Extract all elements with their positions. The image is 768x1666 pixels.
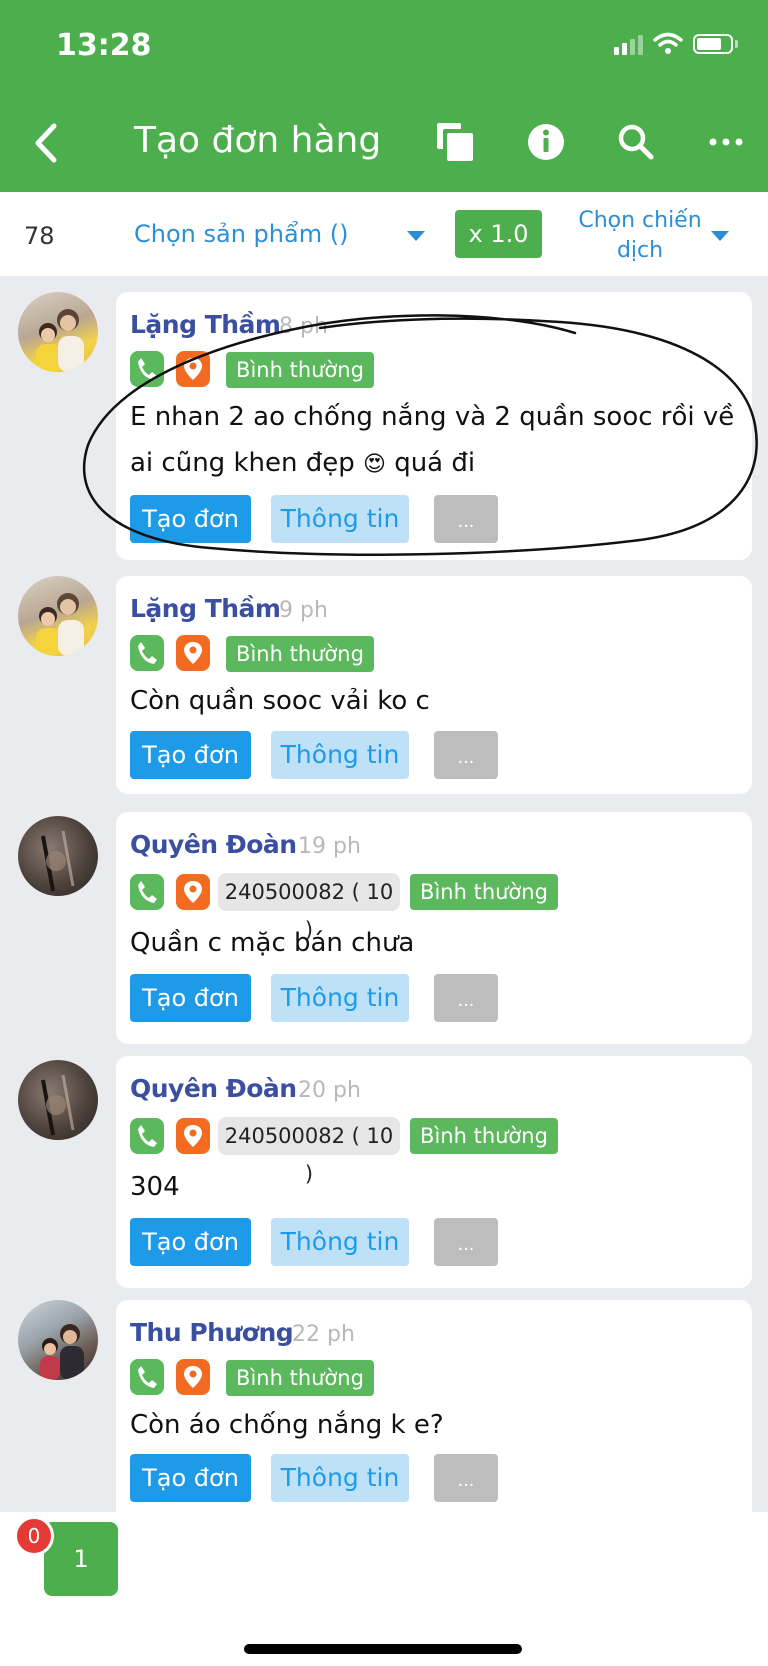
product-dropdown-icon[interactable] (407, 231, 425, 241)
more-button[interactable]: ... (434, 974, 498, 1022)
notification-badge: 0 (14, 1516, 54, 1556)
customer-name[interactable]: Quyên Đoàn (130, 1074, 297, 1103)
info-button[interactable]: Thông tin (271, 1218, 409, 1266)
location-button[interactable] (176, 1118, 210, 1154)
message-text: Còn quần sooc vải ko c (130, 686, 430, 716)
create-order-button[interactable]: Tạo đơn (130, 731, 251, 779)
app-header: 13:28 Tạo đơn hàng (0, 0, 768, 192)
location-button[interactable] (176, 1359, 210, 1395)
product-select[interactable]: Chọn sản phẩm () (134, 220, 348, 248)
location-pin-icon (184, 1366, 202, 1388)
create-order-button[interactable]: Tạo đơn (130, 1218, 251, 1266)
message-count: 78 (24, 222, 55, 250)
tab-button[interactable]: 1 (44, 1522, 118, 1596)
message-time: 20 ph (298, 1078, 361, 1103)
status-badge: Bình thường (226, 1360, 374, 1396)
info-button[interactable]: Thông tin (271, 974, 409, 1022)
avatar[interactable] (18, 576, 98, 656)
phone-button[interactable] (130, 1118, 164, 1154)
more-button[interactable]: ... (434, 731, 498, 779)
message-line: E nhan 2 ao chống nắng và 2 quần sooc rồ… (130, 402, 735, 432)
status-icons (614, 32, 738, 56)
message-card: Lặng Thầm 8 ph Bình thường E nhan 2 ao c… (116, 292, 752, 560)
heart-eyes-emoji: 😍 (363, 452, 386, 477)
create-order-button[interactable]: Tạo đơn (130, 974, 251, 1022)
avatar[interactable] (18, 1060, 98, 1140)
create-order-button[interactable]: Tạo đơn (130, 1454, 251, 1502)
message-segment: quá đi (394, 448, 476, 478)
wifi-icon (653, 32, 683, 54)
message-line: ai cũng khen đẹp 😍 quá đi (130, 440, 740, 488)
location-pin-icon (184, 358, 202, 380)
message-card: Quyên Đoàn 20 ph 240500082 ( 10 ) Bình t… (116, 1056, 752, 1288)
customer-name[interactable]: Lặng Thầm (130, 594, 281, 623)
campaign-select[interactable]: Chọn chiến dịch (570, 206, 710, 266)
phone-button[interactable] (130, 351, 164, 387)
message-text: E nhan 2 ao chống nắng và 2 quần sooc rồ… (130, 394, 740, 488)
status-badge: Bình thường (226, 352, 374, 388)
location-pin-icon (184, 881, 202, 903)
create-order-button[interactable]: Tạo đơn (130, 495, 251, 543)
avatar[interactable] (18, 816, 98, 896)
info-button[interactable]: Thông tin (271, 1454, 409, 1502)
order-chip[interactable]: 240500082 ( 10 ) (218, 1117, 400, 1186)
home-indicator (244, 1644, 522, 1654)
message-segment: ai cũng khen đẹp (130, 448, 355, 478)
message-text: Quần c mặc bán chưa (130, 928, 415, 958)
status-time: 13:28 (56, 28, 152, 63)
message-text: 304 (130, 1172, 180, 1202)
status-badge: Bình thường (226, 636, 374, 672)
phone-icon (138, 358, 157, 380)
status-badge: Bình thường (410, 874, 558, 910)
battery-icon (693, 34, 733, 54)
avatar[interactable] (18, 292, 98, 372)
phone-icon (138, 881, 157, 903)
copy-icon[interactable] (434, 120, 478, 164)
message-time: 8 ph (279, 314, 328, 339)
location-button[interactable] (176, 635, 210, 671)
customer-name[interactable]: Thu Phương (130, 1318, 294, 1347)
location-button[interactable] (176, 351, 210, 387)
phone-icon (138, 1366, 157, 1388)
status-badge: Bình thường (410, 1118, 558, 1154)
order-chip[interactable]: 240500082 ( 10 ) (218, 873, 400, 942)
customer-name[interactable]: Quyên Đoàn (130, 830, 297, 859)
phone-button[interactable] (130, 1359, 164, 1395)
info-button[interactable]: Thông tin (271, 731, 409, 779)
location-pin-icon (184, 1125, 202, 1147)
multiplier-button[interactable]: x 1.0 (455, 210, 542, 258)
message-card: Lặng Thầm 9 ph Bình thường Còn quần sooc… (116, 576, 752, 794)
location-button[interactable] (176, 874, 210, 910)
message-card: Thu Phương 22 ph Bình thường Còn áo chốn… (116, 1300, 752, 1512)
customer-name[interactable]: Lặng Thầm (130, 310, 281, 339)
phone-button[interactable] (130, 874, 164, 910)
back-icon[interactable] (26, 118, 66, 168)
signal-icon (614, 33, 643, 55)
message-card: Quyên Đoàn 19 ph 240500082 ( 10 ) Bình t… (116, 812, 752, 1044)
phone-button[interactable] (130, 635, 164, 671)
more-icon[interactable] (704, 120, 748, 164)
campaign-dropdown-icon[interactable] (711, 231, 729, 241)
search-icon[interactable] (614, 120, 658, 164)
location-pin-icon (184, 642, 202, 664)
phone-icon (138, 642, 157, 664)
phone-icon (138, 1125, 157, 1147)
message-text: Còn áo chống nắng k e? (130, 1410, 444, 1440)
message-time: 19 ph (298, 834, 361, 859)
more-button[interactable]: ... (434, 495, 498, 543)
more-button[interactable]: ... (434, 1218, 498, 1266)
info-icon[interactable] (524, 120, 568, 164)
avatar[interactable] (18, 1300, 98, 1380)
message-time: 22 ph (292, 1322, 355, 1347)
more-button[interactable]: ... (434, 1454, 498, 1502)
message-time: 9 ph (279, 598, 328, 623)
page-title: Tạo đơn hàng (134, 120, 382, 161)
info-button[interactable]: Thông tin (271, 495, 409, 543)
